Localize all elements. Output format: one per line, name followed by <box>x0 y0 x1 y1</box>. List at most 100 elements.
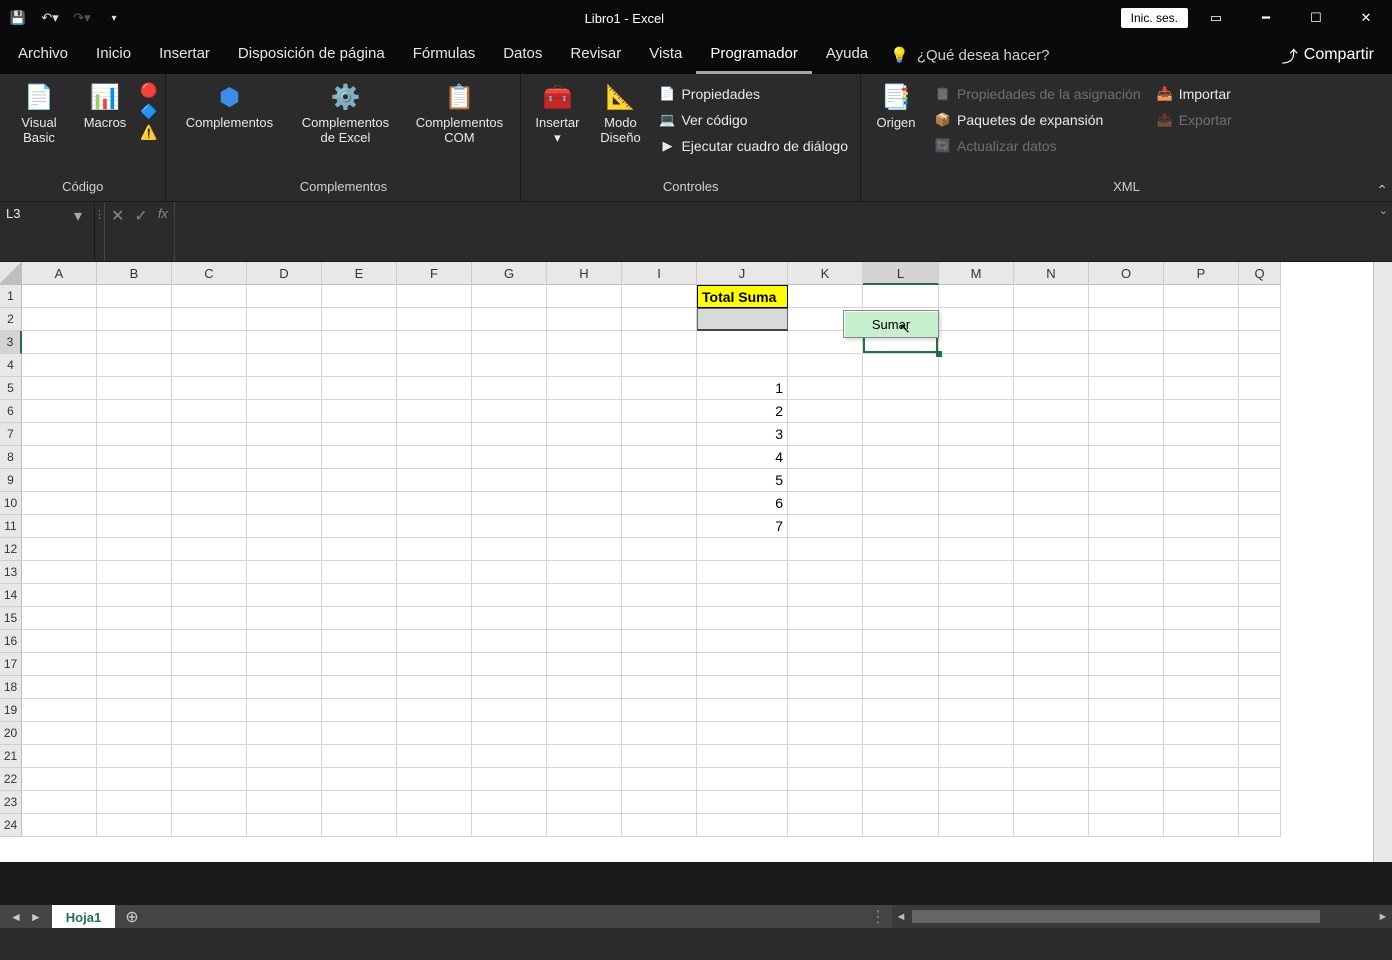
cell-D5[interactable] <box>247 377 322 400</box>
cell-O11[interactable] <box>1089 515 1164 538</box>
cell-K5[interactable] <box>788 377 863 400</box>
cell-F23[interactable] <box>397 791 472 814</box>
cell-H13[interactable] <box>547 561 622 584</box>
cell-D21[interactable] <box>247 745 322 768</box>
cell-Q6[interactable] <box>1239 400 1281 423</box>
cell-I2[interactable] <box>622 308 697 331</box>
cell-H20[interactable] <box>547 722 622 745</box>
col-header-C[interactable]: C <box>172 262 247 285</box>
formula-input[interactable]: ⌄ <box>175 202 1392 261</box>
name-box[interactable]: ▾ <box>0 202 95 261</box>
cell-D20[interactable] <box>247 722 322 745</box>
cell-O18[interactable] <box>1089 676 1164 699</box>
cell-N10[interactable] <box>1014 492 1089 515</box>
cell-D10[interactable] <box>247 492 322 515</box>
cancel-formula-icon[interactable]: ✕ <box>111 206 124 226</box>
cell-G12[interactable] <box>472 538 547 561</box>
cell-Q3[interactable] <box>1239 331 1281 354</box>
tab-datos[interactable]: Datos <box>489 36 556 74</box>
cell-H6[interactable] <box>547 400 622 423</box>
cell-E17[interactable] <box>322 653 397 676</box>
cell-I6[interactable] <box>622 400 697 423</box>
importar-button[interactable]: 📥 Importar <box>1153 84 1236 104</box>
cell-L10[interactable] <box>863 492 939 515</box>
cell-M5[interactable] <box>939 377 1014 400</box>
cell-P4[interactable] <box>1164 354 1239 377</box>
cell-K14[interactable] <box>788 584 863 607</box>
cell-N11[interactable] <box>1014 515 1089 538</box>
cell-E22[interactable] <box>322 768 397 791</box>
cell-G23[interactable] <box>472 791 547 814</box>
cell-O7[interactable] <box>1089 423 1164 446</box>
cell-E11[interactable] <box>322 515 397 538</box>
cell-C6[interactable] <box>172 400 247 423</box>
cell-E6[interactable] <box>322 400 397 423</box>
cell-L8[interactable] <box>863 446 939 469</box>
cell-E5[interactable] <box>322 377 397 400</box>
cell-C20[interactable] <box>172 722 247 745</box>
cell-F5[interactable] <box>397 377 472 400</box>
cell-A12[interactable] <box>22 538 97 561</box>
cell-N1[interactable] <box>1014 285 1089 308</box>
cell-L15[interactable] <box>863 607 939 630</box>
col-header-B[interactable]: B <box>97 262 172 285</box>
row-header-11[interactable]: 11 <box>0 515 22 538</box>
cell-K21[interactable] <box>788 745 863 768</box>
cell-Q1[interactable] <box>1239 285 1281 308</box>
cell-G17[interactable] <box>472 653 547 676</box>
cell-H10[interactable] <box>547 492 622 515</box>
collapse-ribbon-icon[interactable]: ⌃ <box>1376 182 1388 199</box>
cell-F18[interactable] <box>397 676 472 699</box>
cell-K23[interactable] <box>788 791 863 814</box>
cell-O4[interactable] <box>1089 354 1164 377</box>
cell-A11[interactable] <box>22 515 97 538</box>
cell-N12[interactable] <box>1014 538 1089 561</box>
cell-I11[interactable] <box>622 515 697 538</box>
cell-C1[interactable] <box>172 285 247 308</box>
cell-G2[interactable] <box>472 308 547 331</box>
cell-A22[interactable] <box>22 768 97 791</box>
cell-E19[interactable] <box>322 699 397 722</box>
cell-A3[interactable] <box>22 331 97 354</box>
cell-E9[interactable] <box>322 469 397 492</box>
cell-B17[interactable] <box>97 653 172 676</box>
cell-L1[interactable] <box>863 285 939 308</box>
sign-in-button[interactable]: Inic. ses. <box>1121 8 1188 28</box>
cell-G15[interactable] <box>472 607 547 630</box>
cell-O2[interactable] <box>1089 308 1164 331</box>
cell-G14[interactable] <box>472 584 547 607</box>
cell-J14[interactable] <box>697 584 788 607</box>
cell-A13[interactable] <box>22 561 97 584</box>
row-header-5[interactable]: 5 <box>0 377 22 400</box>
cell-N23[interactable] <box>1014 791 1089 814</box>
row-header-12[interactable]: 12 <box>0 538 22 561</box>
cell-N14[interactable] <box>1014 584 1089 607</box>
cell-K4[interactable] <box>788 354 863 377</box>
cell-M2[interactable] <box>939 308 1014 331</box>
cell-P12[interactable] <box>1164 538 1239 561</box>
cell-F8[interactable] <box>397 446 472 469</box>
cell-B4[interactable] <box>97 354 172 377</box>
cell-A10[interactable] <box>22 492 97 515</box>
cell-A5[interactable] <box>22 377 97 400</box>
cell-I4[interactable] <box>622 354 697 377</box>
cell-M10[interactable] <box>939 492 1014 515</box>
cell-N17[interactable] <box>1014 653 1089 676</box>
cell-M7[interactable] <box>939 423 1014 446</box>
cell-D12[interactable] <box>247 538 322 561</box>
cell-C19[interactable] <box>172 699 247 722</box>
cell-F16[interactable] <box>397 630 472 653</box>
cell-C17[interactable] <box>172 653 247 676</box>
cell-B13[interactable] <box>97 561 172 584</box>
visual-basic-button[interactable]: 📄 Visual Basic <box>8 78 70 148</box>
cell-H9[interactable] <box>547 469 622 492</box>
cell-E7[interactable] <box>322 423 397 446</box>
cell-I3[interactable] <box>622 331 697 354</box>
hscroll-left-icon[interactable]: ◄ <box>892 911 910 923</box>
cell-B5[interactable] <box>97 377 172 400</box>
cell-Q16[interactable] <box>1239 630 1281 653</box>
cell-E8[interactable] <box>322 446 397 469</box>
cell-H7[interactable] <box>547 423 622 446</box>
cell-E13[interactable] <box>322 561 397 584</box>
paquetes-expansion-button[interactable]: 📦 Paquetes de expansión <box>931 110 1145 130</box>
